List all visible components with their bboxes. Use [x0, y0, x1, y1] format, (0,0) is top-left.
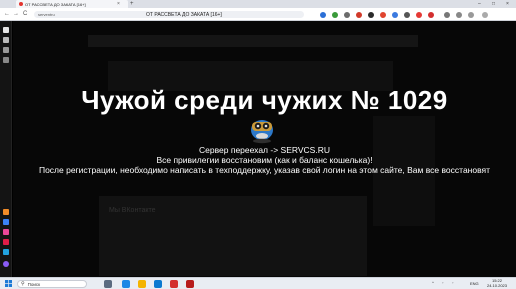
back-button[interactable]: ←	[4, 11, 10, 18]
search-icon: ⚲	[21, 281, 25, 287]
maximize-button[interactable]: □	[492, 0, 495, 8]
sidebar-app-icon[interactable]	[3, 209, 9, 215]
address-url: serventru	[38, 12, 55, 17]
volume-icon[interactable]: ◦	[452, 281, 453, 285]
tray-arrow-icon[interactable]: ^	[432, 281, 434, 285]
extension-icon[interactable]	[392, 12, 398, 18]
tab-close-icon[interactable]: ×	[117, 1, 120, 7]
sidebar-notes-icon[interactable]	[3, 57, 9, 63]
profile-icon[interactable]	[468, 12, 474, 18]
bg-vk-title: Мы ВКонтакте	[109, 207, 156, 214]
extension-icon[interactable]	[416, 12, 422, 18]
extension-icon[interactable]	[356, 12, 362, 18]
sidebar-home-icon[interactable]	[3, 27, 9, 33]
new-tab-button[interactable]: +	[130, 0, 134, 8]
extension-icon[interactable]	[404, 12, 410, 18]
sidebar-history-icon[interactable]	[3, 47, 9, 53]
forward-button[interactable]: →	[13, 11, 19, 18]
windows-start-icon[interactable]	[5, 280, 12, 287]
address-bar[interactable]: serventru ОТ РАССВЕТА ДО ЗАКАТА [16+]	[34, 11, 304, 18]
windows-taskbar: ⚲ Поиск ^ ◦ ◦ ENG 15:22 24.10.2023	[0, 277, 516, 289]
network-icon[interactable]: ◦	[442, 281, 443, 285]
edge-icon[interactable]	[122, 280, 130, 288]
extension-icon[interactable]	[380, 12, 386, 18]
task-view-icon[interactable]	[104, 280, 112, 288]
yandex-icon[interactable]	[170, 280, 178, 288]
extension-icon[interactable]	[428, 12, 434, 18]
address-page-title: ОТ РАССВЕТА ДО ЗАКАТА [16+]	[146, 11, 222, 18]
extension-icon[interactable]	[344, 12, 350, 18]
message-line-1: Сервер переехал -> SERVCS.RU	[199, 145, 330, 155]
tab-active[interactable]: ОТ РАССВЕТА ДО ЗАКАТА [16+] ×	[16, 0, 128, 8]
mascot-icon	[251, 120, 273, 144]
page-content: Мы ВКонтакте Чужой среди чужих № 1029 Се…	[13, 21, 516, 277]
downloads-icon[interactable]	[456, 12, 462, 18]
message-line-3: После регистрации, необходимо написать в…	[38, 165, 491, 175]
taskbar-search-input[interactable]: ⚲ Поиск	[17, 280, 87, 288]
reload-button[interactable]: C	[23, 11, 27, 18]
browser-app-icon[interactable]	[186, 280, 194, 288]
browser-toolbar: ← → C serventru ОТ РАССВЕТА ДО ЗАКАТА [1…	[0, 8, 516, 21]
close-window-button[interactable]: ×	[506, 0, 509, 8]
sidebar-assistant-icon[interactable]	[3, 261, 9, 267]
shield-icon[interactable]	[332, 12, 338, 18]
sidebar-app-icon[interactable]	[3, 239, 9, 245]
page-title: Чужой среди чужих № 1029	[81, 85, 448, 115]
browser-titlebar: ОТ РАССВЕТА ДО ЗАКАТА [16+] × + – □ ×	[0, 0, 516, 8]
sidebar-app-icon[interactable]	[3, 219, 9, 225]
site-favicon-icon	[19, 2, 23, 6]
extension-icon[interactable]	[368, 12, 374, 18]
bg-site-menu	[88, 35, 418, 47]
minimize-button[interactable]: –	[478, 0, 481, 8]
search-placeholder: Поиск	[27, 281, 41, 287]
sidebar-app-icon[interactable]	[3, 249, 9, 255]
sidebar-bookmarks-icon[interactable]	[3, 37, 9, 43]
bookmarks-icon[interactable]	[444, 12, 450, 18]
store-icon[interactable]	[154, 280, 162, 288]
browser-sidebar	[0, 21, 12, 277]
menu-icon[interactable]	[482, 12, 488, 18]
clock-date[interactable]: 24.10.2023	[484, 284, 510, 288]
message-line-2: Все привилегии восстановим (как и баланс…	[156, 155, 373, 165]
tab-title: ОТ РАССВЕТА ДО ЗАКАТА [16+]	[25, 1, 86, 7]
language-indicator[interactable]: ENG	[470, 282, 479, 286]
explorer-icon[interactable]	[138, 280, 146, 288]
sidebar-app-icon[interactable]	[3, 229, 9, 235]
extension-icon[interactable]	[320, 12, 326, 18]
